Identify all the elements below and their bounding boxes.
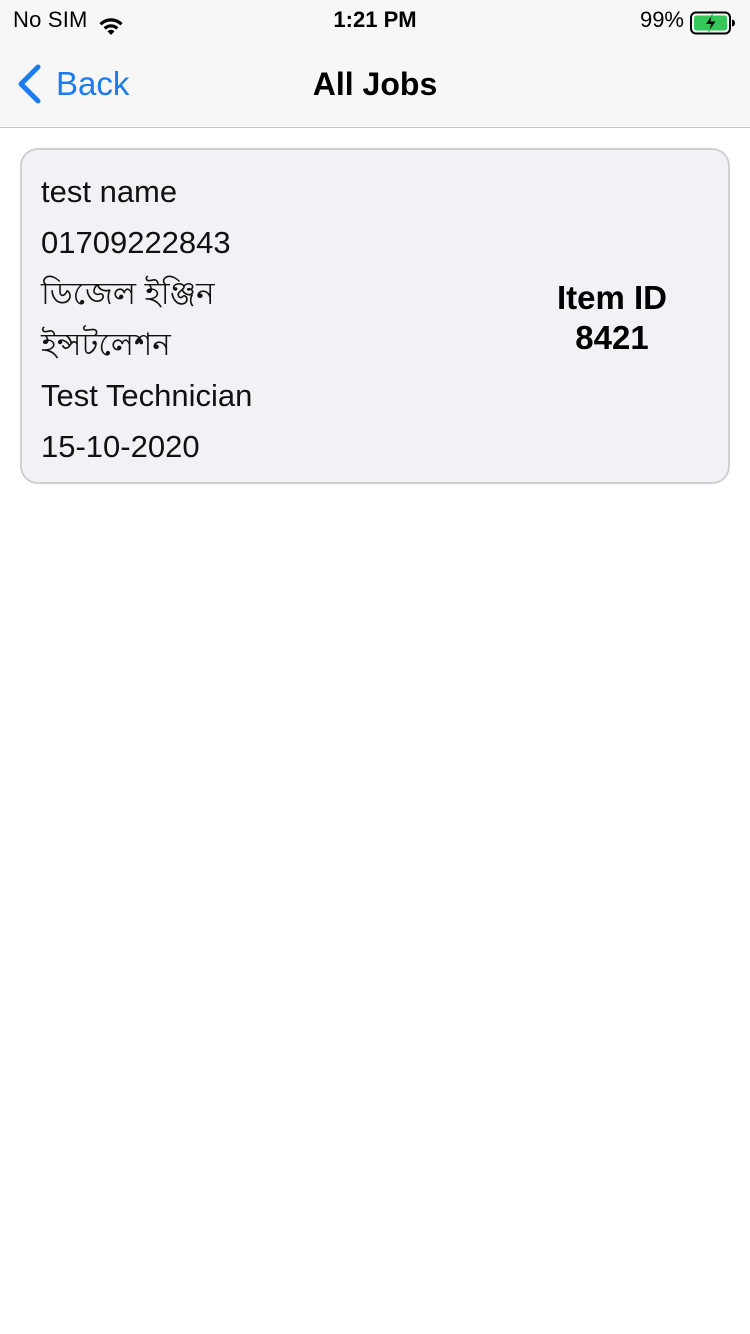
customer-phone: 01709222843 — [41, 225, 231, 260]
battery-percent: 99% — [639, 7, 684, 32]
job-card[interactable]: test name 01709222843 ডিজেল ইঞ্জিন ইন্সট… — [20, 148, 730, 484]
customer-name: test name — [41, 174, 178, 209]
status-bar: No SIM 1:21 PM 99% — [0, 0, 750, 40]
item-id-block: Item ID 8421 — [502, 278, 722, 358]
battery-charging-icon — [690, 8, 736, 35]
job-date: 15-10-2020 — [41, 429, 200, 464]
item-id-value: 8421 — [575, 319, 649, 356]
status-right: 99% — [640, 0, 736, 40]
chevron-left-icon — [16, 64, 42, 104]
status-time: 1:21 PM — [333, 7, 417, 32]
all-jobs-screen: No SIM 1:21 PM 99% All Jobs Back test na… — [0, 0, 750, 1334]
back-label: Back — [56, 65, 130, 102]
service-name-line-1: ডিজেল ইঞ্জিন — [41, 276, 215, 311]
back-button[interactable]: Back — [16, 40, 129, 128]
job-details: test name 01709222843 ডিজেল ইঞ্জিন ইন্সট… — [41, 166, 461, 472]
service-name-line-2: ইন্সটলেশন — [41, 327, 171, 362]
technician-name: Test Technician — [41, 378, 253, 413]
navigation-bar: All Jobs Back — [0, 40, 750, 128]
item-id-label: Item ID — [556, 279, 668, 316]
